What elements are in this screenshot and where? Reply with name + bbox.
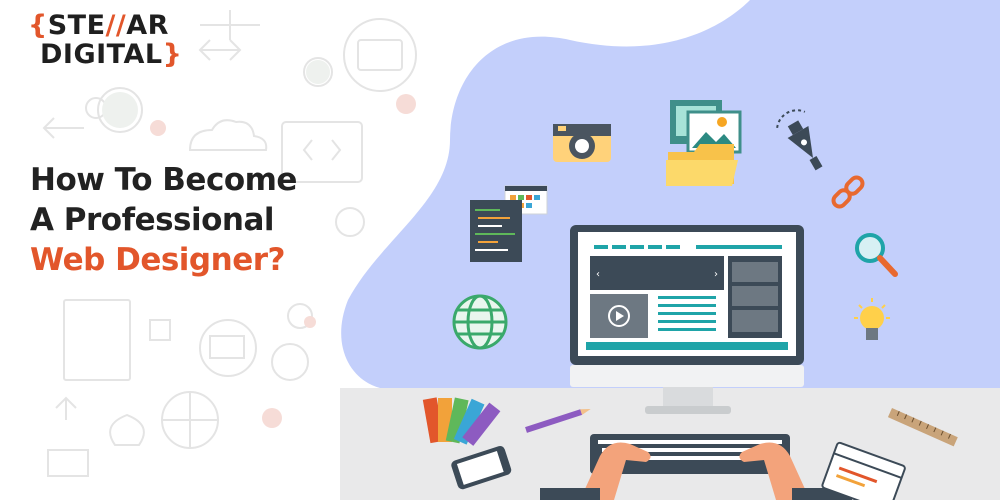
logo-text-ar: AR (126, 10, 169, 41)
headline-line-1: How To Become (30, 162, 297, 198)
logo-text-ste: STE (47, 10, 106, 41)
faded-cloud-icon (188, 119, 268, 151)
logo-open-brace: { (28, 10, 48, 41)
headline-line-2: A Professional (30, 202, 275, 238)
web-designer-illustration: ‹ › (340, 0, 1000, 500)
logo-close-brace: } (162, 39, 183, 70)
svg-text:‹: ‹ (596, 269, 600, 280)
svg-text:›: › (714, 269, 718, 280)
camera-icon (553, 124, 611, 162)
faded-bulb-icon (109, 413, 145, 446)
headline: How To Become A Professional Web Designe… (30, 160, 297, 280)
monitor: ‹ › (570, 225, 804, 414)
faded-layout-icon (63, 299, 131, 381)
faded-arrow-icon (55, 396, 77, 420)
logo-text-digital: DIGITAL (40, 39, 163, 70)
headline-line-3: Web Designer? (30, 242, 285, 278)
image-folder-icon (666, 100, 742, 186)
logo-line-2: DIGITAL} (40, 41, 182, 68)
logo-line-1: {STE//AR (28, 12, 182, 39)
brand-logo[interactable]: {STE//AR DIGITAL} (28, 12, 182, 68)
globe-icon (452, 294, 508, 350)
logo-slashes: // (105, 10, 127, 41)
